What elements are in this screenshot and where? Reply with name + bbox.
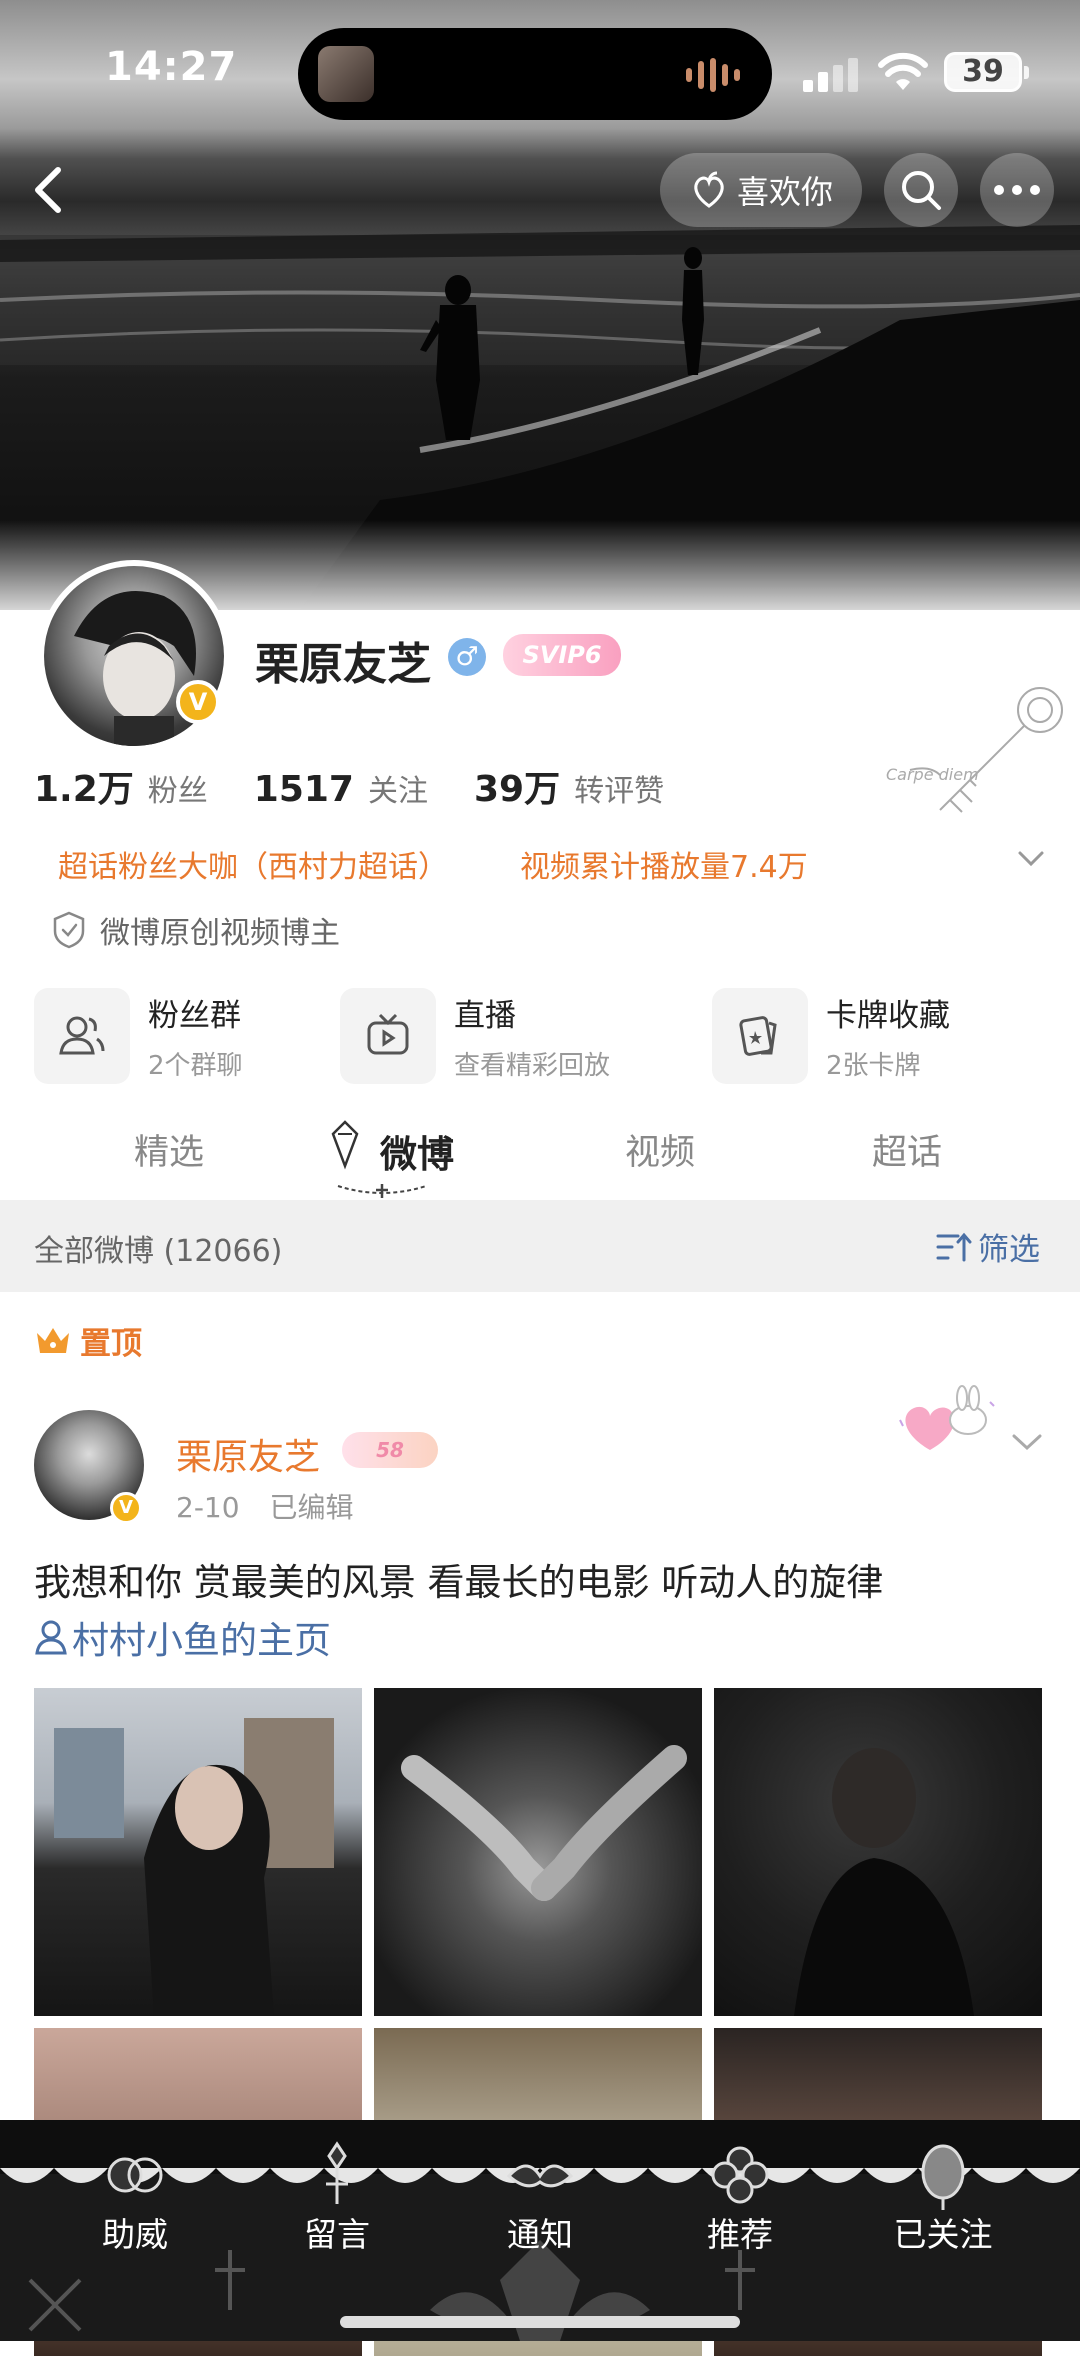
post-meta: 2-10 已编辑 [176,1486,384,1526]
tab-weibo[interactable]: 微博 [380,1124,454,1178]
user-icon [35,1620,67,1655]
shield-check-icon [53,911,85,949]
wifi-icon [878,52,928,90]
peach-heart-icon [694,171,724,208]
post-mention-link[interactable]: 村村小鱼的主页 [34,1610,331,1664]
music-thumbnail [318,46,374,102]
chain-ornament-icon [337,1184,427,1198]
nav-message[interactable]: 留言 [257,2208,417,2256]
like-you-label: 喜欢你 [736,173,833,211]
back-arrow-icon[interactable] [22,162,78,218]
post-image[interactable] [374,1688,702,2016]
fans-group-icon [59,1016,105,1055]
dynamic-island [298,28,772,120]
live-tv-icon [367,1013,409,1055]
stat-likes[interactable]: 39万 转评赞 [474,760,664,812]
cellular-signal-icon [803,58,858,92]
filter-icon [936,1232,972,1261]
tag-super-topic[interactable]: 超话粉丝大咖（西村力超话） [58,842,448,886]
profile-tabs: 精选 微博 视频 超话 [0,1112,1080,1202]
pinned-label: 置顶 [34,1318,142,1363]
pinned-text: 置顶 [80,1326,142,1362]
post-verified-badge: V [110,1492,142,1524]
more-button[interactable] [980,153,1054,227]
stat-followers[interactable]: 1.2万 粉丝 [34,760,208,812]
filter-label: 筛选 [978,1232,1040,1268]
card-title: 卡牌收藏 [826,998,950,1034]
feature-cards: 粉丝群 2个群聊 直播查看精彩回放 卡牌收藏 2张卡牌 [34,986,1046,1086]
card-live[interactable]: 直播 查看精彩回放 [340,986,610,1086]
like-you-button[interactable]: 喜欢你 [660,153,862,227]
post-menu-chevron-icon[interactable] [1010,1430,1044,1454]
followed-mirror-icon [921,2144,965,2210]
bottom-nav-bar: 助威 留言 通知 推荐 已关注 [0,2120,1080,2341]
nav-followed[interactable]: 已关注 [863,2208,1023,2256]
card-collection-icon [739,1016,777,1056]
card-collection[interactable]: 卡牌收藏 2张卡牌 [712,986,950,1086]
cheer-ornament-icon [107,2157,163,2193]
status-time: 14:27 [105,44,238,90]
battery-icon: 39 [944,52,1029,92]
card-subtitle: 查看精彩回放 [454,1051,611,1081]
nav-notify[interactable]: 通知 [460,2208,620,2256]
profile-stats: 1.2万 粉丝 1517 关注 39万 转评赞 [34,760,664,812]
post-author-name[interactable]: 栗原友芝 [176,1428,320,1480]
post-image[interactable] [34,1688,362,2016]
filter-bar: 全部微博 (12066) 筛选 [0,1200,1080,1292]
all-posts-count: 全部微博 (12066) [34,1234,283,1269]
certification-row[interactable]: 微博原创视频博主 [52,908,340,952]
mention-text: 村村小鱼的主页 [72,1619,331,1662]
card-subtitle: 2个群聊 [148,1051,243,1081]
post-text: 我想和你 赏最美的风景 看最长的电影 听动人的旋律 [34,1561,884,1604]
card-title: 直播 [454,998,516,1034]
card-fans-group[interactable]: 粉丝群 2个群聊 [34,986,243,1086]
post-image[interactable] [714,1688,1042,2016]
chevron-down-icon[interactable] [1016,846,1046,870]
notify-ornament-icon [506,2164,574,2188]
bunny-heart-sticker [899,1385,995,1450]
post-level-badge: 58 [342,1432,438,1468]
tab-video[interactable]: 视频 [625,1124,695,1175]
nav-cheer[interactable]: 助威 [55,2208,215,2256]
stat-following[interactable]: 1517 关注 [254,766,428,810]
crest-ornament-icon [331,1120,359,1170]
search-button[interactable] [884,153,958,227]
more-dots-icon [994,185,1040,195]
crown-icon [37,1327,69,1353]
home-indicator [340,2316,740,2328]
post-date: 2-10 [176,1491,240,1524]
audio-wave-icon [686,58,742,92]
certification-text: 微博原创视频博主 [100,916,340,951]
message-ornament-icon [326,2141,348,2204]
tag-video-plays[interactable]: 视频累计播放量7.4万 [520,842,808,886]
card-subtitle: 2张卡牌 [826,1051,921,1081]
gender-male-icon: ♂ [448,638,486,676]
filter-button[interactable]: 筛选 [936,1224,1040,1269]
battery-level: 39 [962,54,1004,89]
card-title: 粉丝群 [148,998,241,1034]
verified-badge: V [176,680,220,724]
tab-featured[interactable]: 精选 [134,1124,204,1175]
tab-super-topic[interactable]: 超话 [872,1124,942,1175]
status-bar: 14:27 39 [0,0,1080,130]
svip-badge[interactable]: SVIP6 [503,634,621,676]
decorative-key-sticker: Carpe diem [886,687,1063,813]
search-icon [902,171,941,210]
recommend-clover-icon [711,2146,769,2204]
profile-name: 栗原友芝 [255,639,431,690]
nav-recommend[interactable]: 推荐 [660,2208,820,2256]
post-edited[interactable]: 已编辑 [270,1491,354,1524]
svg-text:Carpe diem: Carpe diem [886,765,979,784]
